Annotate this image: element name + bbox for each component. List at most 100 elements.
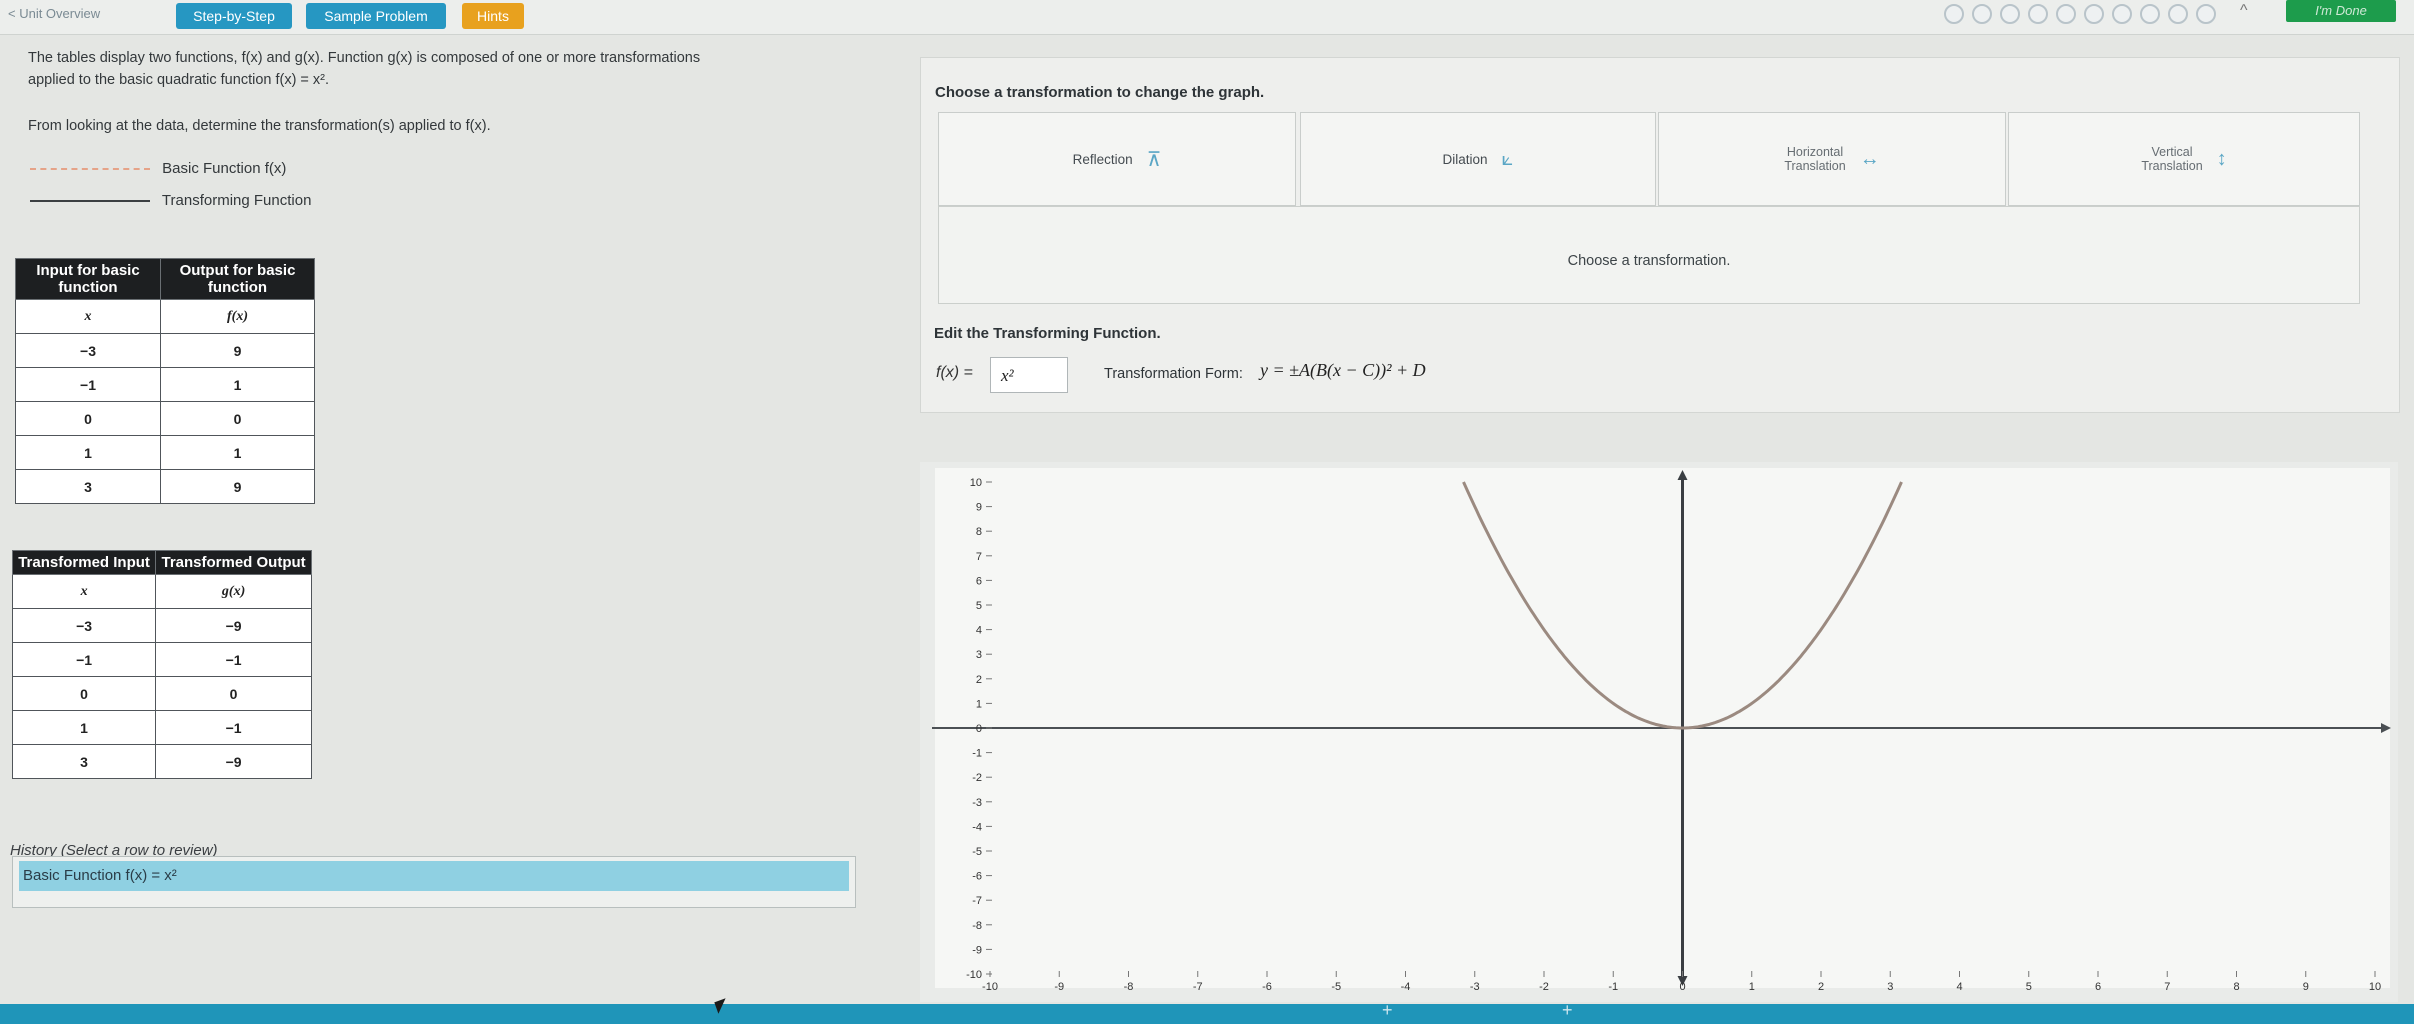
x-tick-label: 1	[1749, 981, 1755, 993]
table-cell: 3	[11, 744, 157, 779]
coordinate-graph[interactable]: -10-9-8-7-6-5-4-3-2-1012345678910-10 -9 -8…	[920, 462, 2398, 1002]
progress-dot[interactable]	[1972, 4, 1992, 24]
table-header: Transformed Output	[155, 550, 312, 575]
table-cell: −3	[11, 608, 157, 643]
table-subheader: f(x)	[160, 299, 315, 334]
horizontal-translation-label: Horizontal Translation	[1784, 145, 1845, 173]
table-cell: −1	[155, 642, 312, 677]
progress-dot[interactable]	[2028, 4, 2048, 24]
table-cell: 1	[160, 367, 315, 402]
x-tick-label: 8	[2233, 981, 2239, 993]
y-tick-label: -3	[972, 797, 982, 809]
table-row: 0 0	[11, 676, 312, 711]
plus-icon: +	[1562, 1000, 1573, 1020]
progress-dot[interactable]	[2196, 4, 2216, 24]
y-tick-label: -1	[972, 748, 982, 760]
x-tick-label: -5	[1331, 981, 1341, 993]
y-tick-label: -4	[972, 821, 982, 833]
transformation-form-expression: y = ±A(B(x − C))² + D	[1260, 360, 1426, 380]
x-tick-label: 3	[1887, 981, 1893, 993]
table-cell: 1	[14, 435, 162, 470]
function-label: f(x) =	[936, 364, 973, 381]
x-tick-label: -9	[1054, 981, 1064, 993]
table-header: Output for basic function	[160, 258, 315, 300]
progress-dot[interactable]	[2000, 4, 2020, 24]
label-line: Translation	[2141, 159, 2203, 173]
vertical-translation-label: Vertical Translation	[2141, 145, 2202, 173]
reflection-icon: ⊼	[1146, 148, 1162, 171]
legend-basic-label: Basic Function f(x)	[162, 160, 287, 177]
x-tick-label: 5	[2026, 981, 2032, 993]
y-tick-label: -7	[972, 895, 982, 907]
chevron-up-icon[interactable]: ^	[2240, 2, 2248, 20]
table-cell: −9	[155, 744, 312, 779]
x-tick-label: -8	[1124, 981, 1134, 993]
dilation-icon: ⟀	[1501, 147, 1514, 170]
x-tick-label: 6	[2095, 981, 2101, 993]
reflection-button[interactable]: Reflection ⊼	[938, 112, 1296, 206]
table-row: −3 −9	[11, 608, 312, 643]
history-row[interactable]: Basic Function f(x) = x²	[19, 861, 849, 891]
transformation-area: Choose a transformation.	[938, 206, 2360, 304]
x-tick-label: 10	[2369, 981, 2381, 993]
y-tick-label: 9	[976, 502, 982, 514]
table-cell: 9	[160, 469, 315, 504]
hints-button[interactable]: Hints	[462, 3, 524, 29]
function-input[interactable]: x²	[990, 357, 1068, 393]
progress-dot[interactable]	[2056, 4, 2076, 24]
progress-dot[interactable]	[1944, 4, 1964, 24]
legend-basic: Basic Function f(x)	[30, 160, 286, 177]
table-header: Input for basic function	[14, 258, 162, 300]
sample-problem-button[interactable]: Sample Problem	[306, 3, 446, 29]
table-cell: 0	[155, 676, 312, 711]
horizontal-translation-button[interactable]: Horizontal Translation ↔	[1658, 112, 2006, 206]
bottom-strip: + +	[0, 1000, 2414, 1024]
done-button[interactable]: I'm Done	[2286, 0, 2396, 22]
table-cell: 0	[11, 676, 157, 711]
intro-text: applied to the basic quadratic function …	[28, 72, 330, 88]
progress-dot[interactable]	[2168, 4, 2188, 24]
choose-message: Choose a transformation.	[1567, 253, 1731, 269]
table-row: −1 1	[14, 367, 315, 402]
y-tick-label: 1	[976, 698, 982, 710]
unit-overview-link[interactable]: < Unit Overview	[8, 6, 100, 21]
x-tick-label: -2	[1539, 981, 1549, 993]
transformation-form-label: Transformation Form:	[1104, 366, 1243, 382]
vertical-translation-button[interactable]: Vertical Translation ↕	[2008, 112, 2360, 206]
reflection-label: Reflection	[1072, 151, 1133, 167]
vertical-arrows-icon: ↕	[2216, 147, 2227, 170]
y-tick-label: 0	[976, 723, 982, 735]
x-tick-label: -6	[1262, 981, 1272, 993]
y-tick-label: 4	[976, 625, 982, 637]
table-cell: 0	[160, 401, 315, 436]
table-row: 1 1	[14, 435, 315, 470]
label-line: Translation	[1784, 159, 1846, 173]
progress-dot[interactable]	[2140, 4, 2160, 24]
x-tick-label: 9	[2303, 981, 2309, 993]
table-row: 0 0	[14, 401, 315, 436]
table-subheader: x	[11, 574, 157, 609]
transformed-function-table: Transformed Input Transformed Output x g…	[11, 550, 312, 779]
step-by-step-button[interactable]: Step-by-Step	[176, 3, 292, 29]
y-tick-label: -10	[966, 969, 982, 981]
x-tick-label: -1	[1608, 981, 1618, 993]
x-tick-label: -7	[1193, 981, 1203, 993]
y-tick-label: -6	[972, 871, 982, 883]
table-cell: 1	[160, 435, 315, 470]
history-list: Basic Function f(x) = x²	[12, 856, 856, 908]
progress-dot[interactable]	[2084, 4, 2104, 24]
table-cell: 1	[11, 710, 157, 745]
legend-transforming-label: Transforming Function	[161, 192, 312, 209]
x-tick-label: 7	[2164, 981, 2170, 993]
x-tick-label: 4	[1956, 981, 1962, 993]
y-tick-label: -5	[972, 846, 982, 858]
dilation-button[interactable]: Dilation ⟀	[1300, 112, 1656, 206]
edit-heading: Edit the Transforming Function.	[934, 325, 1161, 342]
y-tick-label: 2	[976, 674, 982, 686]
x-tick-label: -10	[982, 981, 998, 993]
progress-dot[interactable]	[2112, 4, 2132, 24]
label-line: Horizontal	[1786, 145, 1844, 159]
y-tick-label: -2	[972, 772, 982, 784]
horizontal-arrows-icon: ↔	[1859, 147, 1880, 170]
graph-area: -10 -9 -8 -7 -6 -5 -4 -3 -2 -1 0 1 2 3 4 5 6 7 8 9 10 -10 -9 -8…	[920, 462, 2398, 1002]
